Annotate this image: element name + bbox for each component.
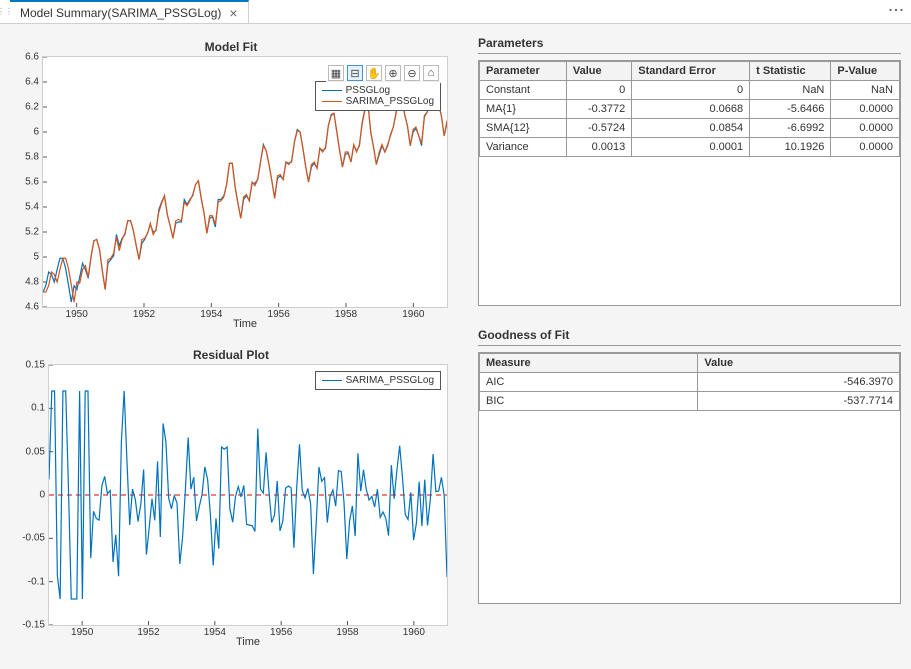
table-row[interactable]: Constant00NaNNaN — [480, 81, 900, 100]
y-tick-label: -0.1 — [28, 576, 49, 587]
y-tick-label: 6 — [33, 127, 43, 138]
model-fit-container: Model Fit ▦ ⊟ ✋ ⊕ ⊖ ⌂ PSSGLog SARIMA_PSS… — [6, 36, 456, 336]
x-axis-label: Time — [42, 318, 448, 330]
close-icon[interactable]: × — [229, 5, 237, 21]
column-header[interactable]: Measure — [480, 354, 698, 373]
y-tick-label: 5.6 — [25, 177, 43, 188]
plot-svg — [49, 365, 447, 625]
section-title: Goodness of Fit — [478, 328, 901, 346]
chart-toolbar: ▦ ⊟ ✋ ⊕ ⊖ ⌂ — [326, 63, 441, 83]
table-row[interactable]: Variance0.00130.000110.19260.0000 — [480, 138, 900, 157]
y-tick-label: 6.6 — [25, 52, 43, 63]
column-header[interactable]: t Statistic — [750, 62, 831, 81]
y-tick-label: 5 — [33, 252, 43, 263]
y-tick-label: -0.05 — [22, 533, 49, 544]
chart-title: Residual Plot — [6, 348, 456, 362]
residual-chart[interactable]: SARIMA_PSSGLog -0.15-0.1-0.0500.050.10.1… — [48, 364, 448, 626]
table-row[interactable]: AIC-546.3970 — [480, 373, 900, 392]
legend-label: PSSGLog — [346, 85, 390, 96]
y-tick-label: 6.4 — [25, 77, 43, 88]
table-row[interactable]: MA{1}-0.37720.0668-5.64660.0000 — [480, 100, 900, 119]
section-title: Parameters — [478, 36, 901, 54]
column-header[interactable]: P-Value — [831, 62, 900, 81]
tab-label: Model Summary(SARIMA_PSSGLog) — [20, 6, 221, 20]
table-row[interactable]: SMA{12}-0.57240.0854-6.69920.0000 — [480, 119, 900, 138]
y-tick-label: 5.2 — [25, 227, 43, 238]
content-area: Model Fit ▦ ⊟ ✋ ⊕ ⊖ ⌂ PSSGLog SARIMA_PSS… — [0, 24, 911, 669]
charts-column: Model Fit ▦ ⊟ ✋ ⊕ ⊖ ⌂ PSSGLog SARIMA_PSS… — [6, 36, 456, 659]
y-tick-label: 4.6 — [25, 302, 43, 313]
goodness-section: Goodness of Fit MeasureValue AIC-546.397… — [478, 328, 901, 604]
y-tick-label: 0.15 — [26, 360, 49, 371]
column-header[interactable]: Value — [698, 354, 900, 373]
residual-container: Residual Plot SARIMA_PSSGLog -0.15-0.1-0… — [6, 344, 456, 654]
y-tick-label: 0.05 — [26, 446, 49, 457]
brush-icon[interactable]: ⊟ — [347, 65, 363, 81]
legend-item: SARIMA_PSSGLog — [322, 375, 434, 386]
home-icon[interactable]: ⌂ — [423, 65, 439, 81]
x-axis-label: Time — [48, 636, 448, 648]
column-header[interactable]: Value — [566, 62, 631, 81]
y-tick-label: 0 — [39, 490, 49, 501]
y-tick-label: 0.1 — [31, 403, 49, 414]
zoom-out-icon[interactable]: ⊖ — [404, 65, 420, 81]
legend-label: SARIMA_PSSGLog — [346, 375, 434, 386]
tab-drag-handle[interactable]: ⋮⋮ — [0, 0, 10, 23]
legend-item: PSSGLog — [322, 85, 434, 96]
tables-column: Parameters ParameterValueStandard Errort… — [478, 36, 901, 659]
chart-title: Model Fit — [6, 40, 456, 54]
parameters-section: Parameters ParameterValueStandard Errort… — [478, 36, 901, 306]
legend-label: SARIMA_PSSGLog — [346, 96, 434, 107]
goodness-table: MeasureValue AIC-546.3970BIC-537.7714 — [479, 353, 900, 411]
parameters-block: ParameterValueStandard Errort StatisticP… — [478, 60, 901, 306]
column-header[interactable]: Parameter — [480, 62, 567, 81]
table-row[interactable]: BIC-537.7714 — [480, 392, 900, 411]
tab-model-summary[interactable]: Model Summary(SARIMA_PSSGLog) × — [10, 0, 249, 23]
legend-item: SARIMA_PSSGLog — [322, 96, 434, 107]
pan-icon[interactable]: ✋ — [366, 65, 382, 81]
parameters-table: ParameterValueStandard Errort StatisticP… — [479, 61, 900, 157]
zoom-in-icon[interactable]: ⊕ — [385, 65, 401, 81]
y-tick-label: 5.8 — [25, 152, 43, 163]
goodness-block: MeasureValue AIC-546.3970BIC-537.7714 — [478, 352, 901, 604]
y-tick-label: 4.8 — [25, 277, 43, 288]
y-tick-label: -0.15 — [22, 620, 49, 631]
y-tick-label: 5.4 — [25, 202, 43, 213]
tab-bar: ⋮⋮ Model Summary(SARIMA_PSSGLog) × ⋮ — [0, 0, 911, 24]
grid-icon[interactable]: ▦ — [328, 65, 344, 81]
legend[interactable]: PSSGLog SARIMA_PSSGLog — [315, 81, 441, 111]
more-options-icon[interactable]: ⋮ — [886, 2, 905, 15]
model-fit-chart[interactable]: ▦ ⊟ ✋ ⊕ ⊖ ⌂ PSSGLog SARIMA_PSSGLog 4.64.… — [42, 56, 448, 308]
column-header[interactable]: Standard Error — [632, 62, 750, 81]
y-tick-label: 6.2 — [25, 102, 43, 113]
legend[interactable]: SARIMA_PSSGLog — [315, 371, 441, 390]
